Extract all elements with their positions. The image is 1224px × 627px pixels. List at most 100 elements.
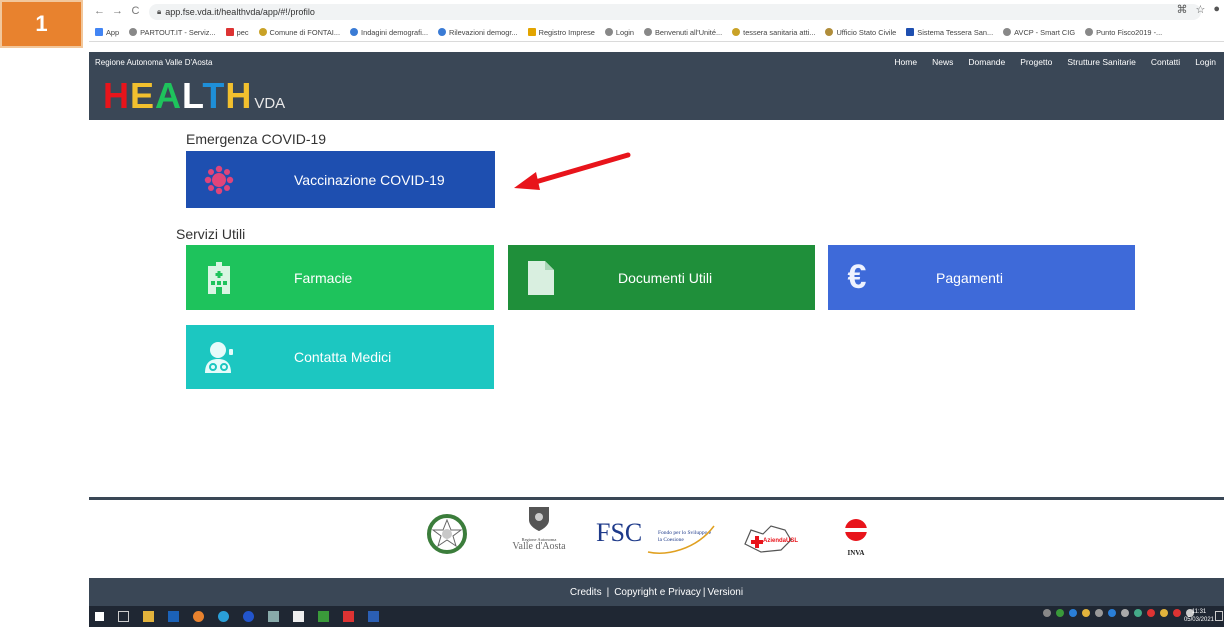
- tray-icon[interactable]: [1056, 609, 1064, 617]
- lock-icon: 🔒︎: [157, 7, 162, 16]
- bookmark-item[interactable]: pec: [225, 28, 249, 37]
- bookmark-item[interactable]: PARTOUT.IT - Serviz...: [129, 28, 216, 37]
- bookmark-item[interactable]: Punto Fisco2019 -...: [1085, 28, 1162, 37]
- taskbar-clock[interactable]: 11:31 05/03/2021: [1184, 608, 1214, 624]
- forward-icon[interactable]: →: [110, 5, 125, 17]
- separator: |: [702, 586, 706, 598]
- tray-icon[interactable]: [1147, 609, 1155, 617]
- back-icon[interactable]: ←: [92, 5, 107, 17]
- fsc-text: FSC: [596, 518, 643, 547]
- tray-icon[interactable]: [1095, 609, 1103, 617]
- pagamenti-tile[interactable]: € Pagamenti: [828, 245, 1135, 310]
- bookmark-item[interactable]: AVCP - Smart CIG: [1003, 28, 1075, 37]
- logo-letter: H: [225, 75, 253, 116]
- nav-home[interactable]: Home: [894, 57, 917, 67]
- volume-icon[interactable]: [1121, 609, 1129, 617]
- bookmark-item[interactable]: Comune di FONTAI...: [258, 28, 340, 37]
- nav-login[interactable]: Login: [1195, 57, 1216, 67]
- windows-start-icon[interactable]: [95, 612, 104, 621]
- farmacie-label: Farmacie: [294, 269, 353, 286]
- bookmark-item[interactable]: Sistema Tessera San...: [906, 28, 993, 37]
- globe-icon: [129, 28, 138, 36]
- globe-icon: [643, 28, 652, 36]
- tray-icon[interactable]: [1043, 609, 1051, 617]
- apps-icon: [95, 28, 103, 36]
- bookmark-item[interactable]: Rilevazioni demogr...: [438, 28, 518, 37]
- chrome-icon[interactable]: [193, 611, 204, 622]
- bookmark-item[interactable]: tessera sanitaria atti...: [732, 28, 815, 37]
- translate-icon[interactable]: ⌘: [1176, 3, 1187, 16]
- tray-icon[interactable]: [1082, 609, 1090, 617]
- browser-chrome: ← → C 🔒︎ app.fse.vda.it/healthvda/app/#!…: [89, 0, 1224, 42]
- pagamenti-label: Pagamenti: [936, 269, 1003, 286]
- credits-link[interactable]: Credits: [570, 587, 602, 598]
- notepad-icon[interactable]: [293, 611, 304, 622]
- app-icon[interactable]: [318, 611, 329, 622]
- istat-icon: [350, 28, 359, 36]
- url-text: app.fse.vda.it/healthvda/app/#!/profilo: [165, 7, 315, 17]
- pharmacy-building-icon: [202, 261, 236, 295]
- top-navigation: Home News Domande Progetto Strutture San…: [894, 57, 1216, 67]
- fsc-logo: FSC Fondo per lo Sviluppo e la Coesione: [596, 516, 716, 556]
- pec-icon: [225, 28, 234, 36]
- inva-logo: INVA: [841, 516, 871, 562]
- bookmark-item[interactable]: Login: [604, 28, 634, 37]
- tray-icon[interactable]: [1160, 609, 1168, 617]
- task-view-icon[interactable]: [118, 611, 129, 622]
- bookmark-item[interactable]: Ufficio Stato Civile: [825, 28, 896, 37]
- italian-emblem-icon: [427, 514, 467, 554]
- farmacie-tile[interactable]: Farmacie: [186, 245, 494, 310]
- tessera-icon: [732, 28, 741, 36]
- usl-text: AziendaUSL: [763, 538, 799, 544]
- tray-icon[interactable]: [1069, 609, 1077, 617]
- azienda-usl-logo: AziendaUSL: [741, 522, 799, 556]
- documenti-label: Documenti Utili: [618, 269, 713, 286]
- section-title-servizi-utili: Servizi Utili: [176, 226, 246, 242]
- profile-icon[interactable]: ●: [1213, 3, 1220, 16]
- nav-domande[interactable]: Domande: [968, 57, 1005, 67]
- system-tray: [1043, 609, 1194, 617]
- vaccinazione-covid-tile[interactable]: Vaccinazione COVID-19: [186, 151, 495, 208]
- logo-word: HEALTH: [103, 78, 252, 114]
- versioni-link[interactable]: Versioni: [708, 587, 744, 598]
- ie-icon[interactable]: [243, 611, 254, 622]
- star-icon[interactable]: ☆: [1195, 3, 1205, 16]
- notification-icon[interactable]: [1215, 611, 1223, 621]
- search-icon[interactable]: [268, 611, 279, 622]
- copyright-privacy-link[interactable]: Copyright e Privacy: [614, 587, 701, 598]
- step-number: 1: [35, 11, 48, 36]
- address-row: ← → C 🔒︎ app.fse.vda.it/healthvda/app/#!…: [89, 0, 1224, 22]
- file-explorer-icon[interactable]: [143, 611, 154, 622]
- vaccinazione-label: Vaccinazione COVID-19: [294, 171, 445, 188]
- red-arrow-annotation: [514, 152, 631, 190]
- bookmark-item[interactable]: Indagini demografi...: [350, 28, 428, 37]
- inva-text: INVA: [847, 549, 865, 557]
- bookmark-item[interactable]: Benvenuti all'Unité...: [643, 28, 722, 37]
- url-bar[interactable]: 🔒︎ app.fse.vda.it/healthvda/app/#!/profi…: [149, 4, 1201, 20]
- word-icon[interactable]: [368, 611, 379, 622]
- contatta-medici-tile[interactable]: Contatta Medici: [186, 325, 494, 389]
- nav-news[interactable]: News: [932, 57, 953, 67]
- tray-icon[interactable]: [1108, 609, 1116, 617]
- bookmark-item[interactable]: Registro Imprese: [527, 28, 595, 37]
- crest-icon: [258, 28, 267, 36]
- edge-icon[interactable]: [218, 611, 229, 622]
- tray-icon[interactable]: [1173, 609, 1181, 617]
- health-vda-logo[interactable]: HEALTH VDA: [103, 78, 285, 114]
- nav-contatti[interactable]: Contatti: [1151, 57, 1180, 67]
- reload-icon[interactable]: C: [128, 5, 143, 17]
- tray-icon[interactable]: [1134, 609, 1142, 617]
- euro-icon: €: [847, 258, 867, 296]
- bookmark-item[interactable]: App: [95, 28, 119, 37]
- acrobat-icon[interactable]: [343, 611, 354, 622]
- shield-icon: [529, 507, 549, 531]
- outlook-icon[interactable]: [168, 611, 179, 622]
- documenti-utili-tile[interactable]: Documenti Utili: [508, 245, 815, 310]
- crest-icon: [825, 28, 834, 36]
- nav-progetto[interactable]: Progetto: [1020, 57, 1052, 67]
- ts-icon: [906, 28, 915, 36]
- nav-strutture-sanitarie[interactable]: Strutture Sanitarie: [1067, 57, 1136, 67]
- clock-time: 11:31: [1191, 609, 1207, 615]
- partner-logos: Regione Autonoma Valle d'Aosta FSC Fondo…: [89, 500, 1224, 578]
- logo-letter: E: [130, 75, 156, 116]
